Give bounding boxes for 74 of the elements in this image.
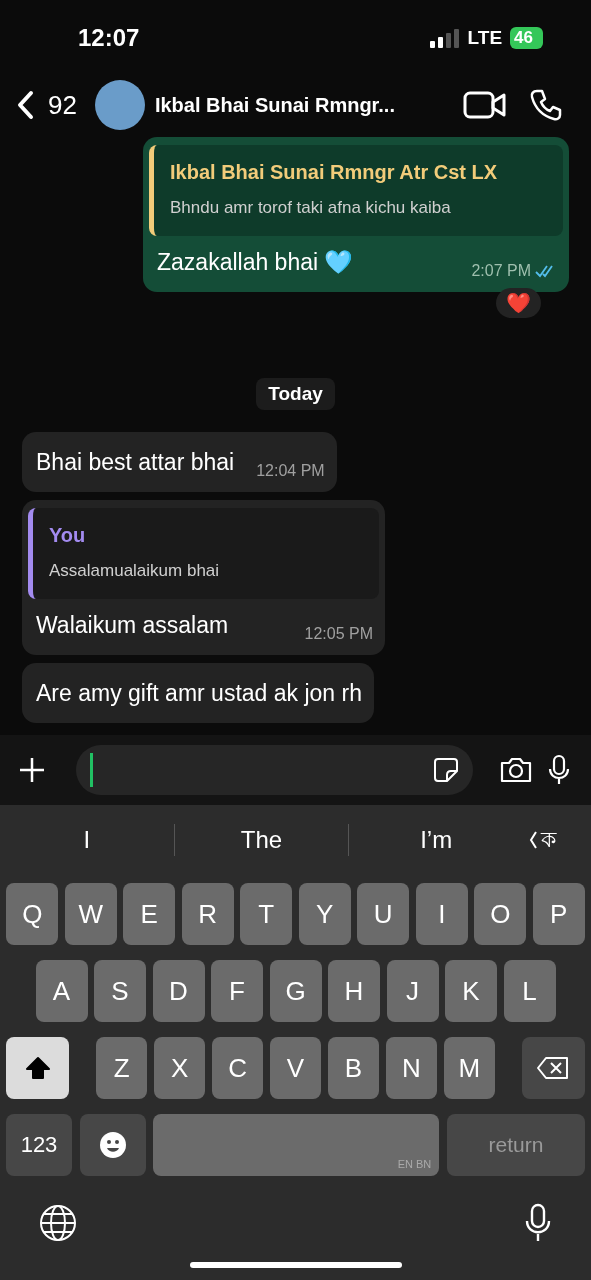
message-bubble[interactable]: You Assalamualaikum bhai Walaikum assalam 12:05 PM: [22, 500, 385, 655]
keyboard-key[interactable]: I: [415, 883, 468, 945]
battery-level: 46: [510, 26, 543, 49]
video-call-icon[interactable]: [463, 90, 507, 120]
message-time: 12:05 PM: [304, 625, 373, 643]
keyboard-key[interactable]: L: [503, 960, 556, 1022]
keyboard-key[interactable]: D: [152, 960, 205, 1022]
back-button[interactable]: 92: [16, 89, 77, 121]
reaction-badge[interactable]: ❤: [496, 288, 541, 318]
language-suggestion[interactable]: ক: [523, 820, 583, 860]
message-time: 2:07 PM: [471, 262, 531, 280]
numbers-key[interactable]: 123: [6, 1114, 72, 1176]
keyboard-key[interactable]: R: [181, 883, 234, 945]
microphone-icon[interactable]: [525, 1203, 551, 1243]
keyboard-key[interactable]: H: [328, 960, 380, 1022]
keyboard-key[interactable]: N: [385, 1037, 438, 1099]
phone-icon[interactable]: [529, 88, 563, 122]
emoji-key[interactable]: [79, 1114, 146, 1176]
plus-icon[interactable]: [18, 756, 46, 784]
keyboard-key[interactable]: Y: [298, 883, 351, 945]
keyboard-key[interactable]: P: [532, 883, 585, 945]
quoted-message[interactable]: You Assalamualaikum bhai: [28, 508, 379, 599]
avatar-photo-placeholder[interactable]: [94, 80, 145, 130]
suggestion[interactable]: I: [0, 825, 174, 855]
message-input-field[interactable]: [76, 745, 473, 795]
message-text: Zazakallah bhai 🩵: [157, 248, 354, 277]
status-time: 12:07: [78, 23, 140, 52]
shift-arrow-icon: [24, 1056, 51, 1080]
microphone-icon[interactable]: [547, 754, 571, 786]
suggestion[interactable]: The: [174, 825, 349, 855]
network-label: LTE: [467, 26, 503, 49]
sticker-icon[interactable]: [433, 757, 459, 783]
message-bubble[interactable]: Bhai best attar bhai 12:04 PM: [22, 432, 337, 492]
message-text: Are amy gift amr ustad ak jon rh: [36, 679, 362, 708]
message-text: Bhai best attar bhai: [36, 448, 235, 477]
quote-text: Assalamualaikum bhai: [49, 561, 221, 581]
shift-key[interactable]: [6, 1037, 70, 1099]
suggestion[interactable]: I’m: [349, 825, 523, 855]
camera-icon[interactable]: [499, 756, 533, 784]
smiley-icon: [98, 1131, 127, 1159]
keyboard-key[interactable]: Z: [95, 1037, 148, 1099]
keyboard-key[interactable]: A: [35, 960, 88, 1022]
backspace-icon: [536, 1056, 571, 1080]
date-chip: Today: [256, 378, 335, 410]
chevron-left-icon: [16, 90, 34, 120]
keyboard-key[interactable]: G: [269, 960, 322, 1022]
quoted-message[interactable]: Ikbal Bhai Sunai Rmngr Atr Cst LX Bhndu amr torof taki afna kichu kaiba: [149, 145, 563, 236]
keyboard-key[interactable]: Q: [6, 883, 59, 945]
keyboard-key[interactable]: S: [94, 960, 146, 1022]
chevron-left-icon: [529, 831, 537, 849]
keyboard-key[interactable]: O: [474, 883, 527, 945]
keyboard-key[interactable]: J: [386, 960, 439, 1022]
keyboard-key[interactable]: U: [357, 883, 410, 945]
message-bubble[interactable]: Ikbal Bhai Sunai Rmngr Atr Cst LX Bhndu amr torof taki afna kichu kaiba Zazakallah bhai 🩵 2:07 PM: [143, 137, 569, 292]
keyboard-key[interactable]: C: [211, 1037, 264, 1099]
keyboard-key[interactable]: K: [445, 960, 497, 1022]
quote-author: You: [49, 524, 87, 547]
message-time: 12:04 PM: [256, 462, 325, 480]
message-text: Walaikum assalam: [36, 611, 229, 640]
backspace-key[interactable]: [521, 1037, 585, 1099]
quote-author: Ikbal Bhai Sunai Rmngr Atr Cst LX: [170, 161, 499, 184]
keyboard-key[interactable]: V: [269, 1037, 322, 1099]
keyboard-key[interactable]: E: [123, 883, 176, 945]
message-bubble[interactable]: Are amy gift amr ustad ak jon rh: [22, 663, 374, 723]
keyboard-key[interactable]: F: [211, 960, 263, 1022]
globe-icon[interactable]: [38, 1203, 78, 1243]
signal-icon: [429, 27, 460, 48]
quote-text: Bhndu amr torof taki afna kichu kaiba: [170, 198, 452, 218]
keyboard-key[interactable]: X: [153, 1037, 206, 1099]
keyboard-key[interactable]: W: [64, 883, 117, 945]
keyboard-key[interactable]: T: [240, 883, 293, 945]
keyboard-key[interactable]: M: [443, 1037, 496, 1099]
keyboard-key[interactable]: B: [327, 1037, 380, 1099]
chat-title[interactable]: Ikbal Bhai Sunai Rmngr...: [154, 93, 441, 117]
